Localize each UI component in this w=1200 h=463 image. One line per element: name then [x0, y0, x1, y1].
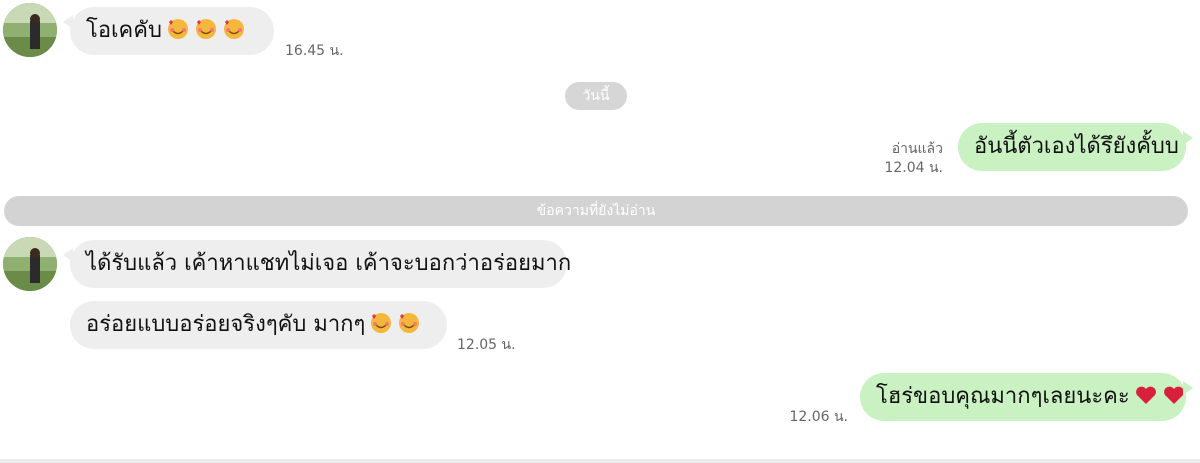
red-heart-emoji-icon — [1135, 386, 1156, 404]
message-time: 12.05 น. — [457, 337, 516, 353]
smiling-face-with-hearts-emoji-icon — [371, 313, 392, 333]
avatar-photo-icon — [3, 3, 57, 57]
message-time: 12.06 น. — [789, 409, 848, 425]
message-bubble[interactable]: อันนี้ตัวเองได้รึยังคั้บบ — [958, 123, 1193, 171]
unread-divider: ข้อความที่ยังไม่อ่าน — [4, 196, 1188, 226]
avatar[interactable] — [3, 237, 57, 291]
smiling-face-with-hearts-emoji-icon — [399, 313, 420, 333]
message-text: ได้รับแล้ว เค้าหาแชทไม่เจอ เค้าจะบอกว่าอ… — [86, 251, 572, 276]
bottom-divider — [0, 459, 1200, 463]
message-time: 16.45 น. — [285, 43, 344, 59]
message-bubble[interactable]: ได้รับแล้ว เค้าหาแชทไม่เจอ เค้าจะบอกว่าอ… — [63, 240, 571, 288]
avatar[interactable] — [3, 3, 57, 57]
message-bubble[interactable]: โอเคคับ — [63, 7, 274, 55]
smiling-face-with-hearts-emoji-icon — [167, 19, 188, 39]
message-text: อันนี้ตัวเองได้รึยังคั้บบ — [974, 134, 1179, 159]
message-text: โอเคคับ — [86, 18, 162, 43]
smiling-face-with-hearts-emoji-icon — [223, 19, 244, 39]
smiling-face-with-hearts-emoji-icon — [195, 19, 216, 39]
message-bubble[interactable]: โฮร่ขอบคุณมากๆเลยนะคะ — [860, 373, 1193, 421]
message-bubble[interactable]: อร่อยแบบอร่อยจริงๆคับ มากๆ — [70, 301, 447, 349]
avatar-photo-icon — [3, 237, 57, 291]
message-text: โฮร่ขอบคุณมากๆเลยนะคะ — [876, 384, 1130, 409]
message-text: อร่อยแบบอร่อยจริงๆคับ มากๆ — [86, 312, 366, 337]
message-time: 12.04 น. — [884, 160, 943, 176]
date-divider: วันนี้ — [565, 82, 627, 110]
